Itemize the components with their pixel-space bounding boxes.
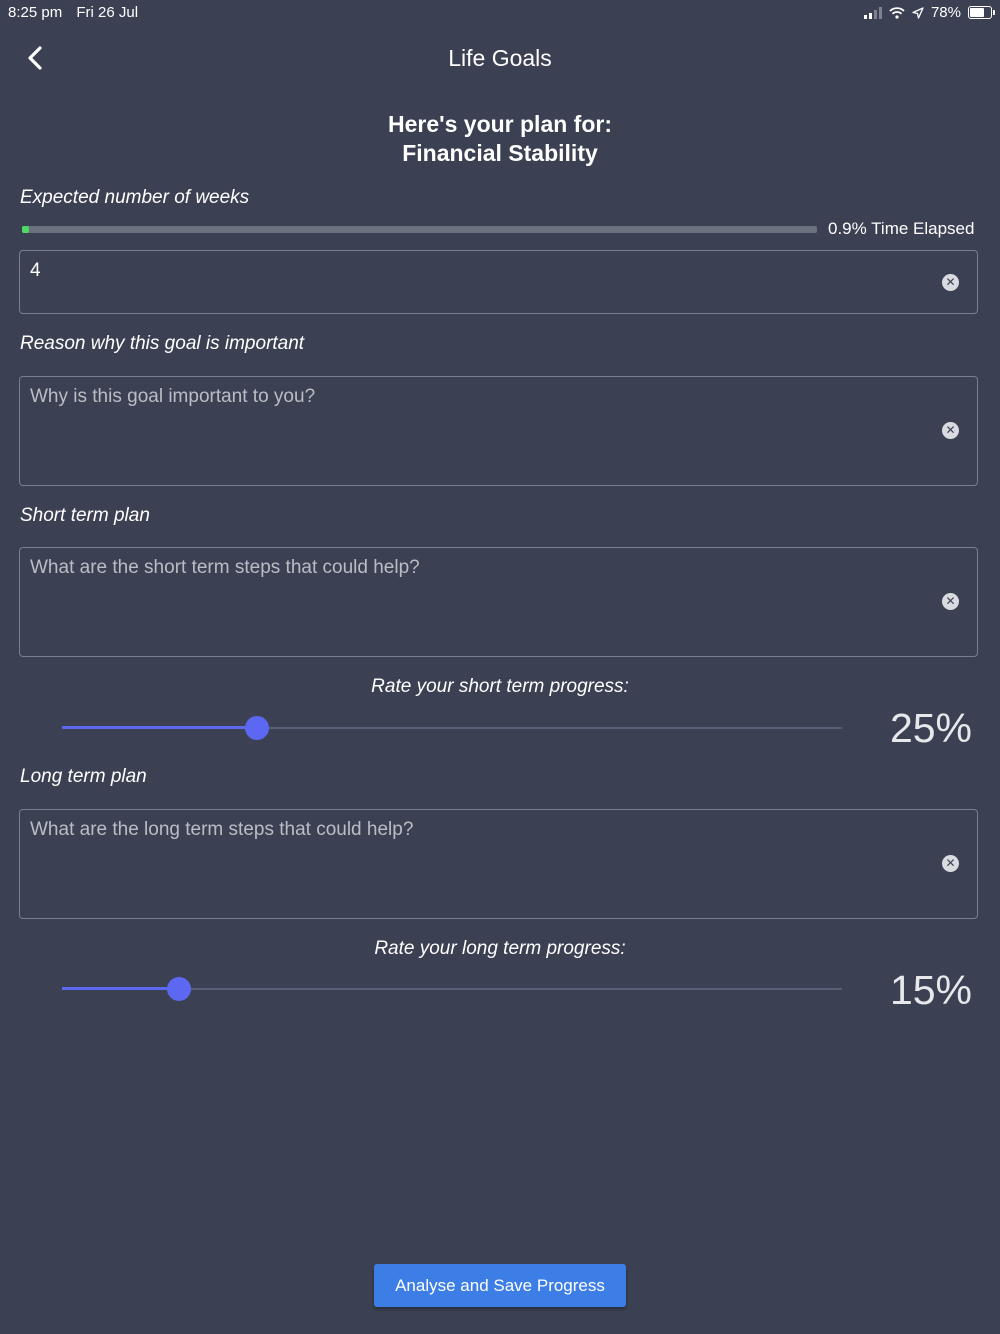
weeks-input[interactable]: 4 ✕: [19, 250, 978, 314]
analyse-save-button[interactable]: Analyse and Save Progress: [374, 1264, 626, 1307]
clear-icon[interactable]: ✕: [942, 855, 959, 872]
plan-header: Here's your plan for: Financial Stabilit…: [0, 110, 1000, 168]
reason-input[interactable]: Why is this goal important to you? ✕: [19, 376, 978, 486]
status-right: 78%: [863, 4, 995, 21]
slider-fill: [62, 726, 257, 729]
status-date: Fri 26 Jul: [76, 4, 139, 21]
clear-icon[interactable]: ✕: [942, 422, 959, 439]
nav-bar: Life Goals: [0, 36, 1000, 80]
short-term-rate-label: Rate your short term progress:: [371, 676, 629, 697]
long-term-label: Long term plan: [20, 766, 147, 787]
plan-goal-name: Financial Stability: [402, 140, 598, 166]
status-bar: 8:25 pm Fri 26 Jul 78%: [0, 0, 1000, 24]
short-term-input[interactable]: What are the short term steps that could…: [19, 547, 978, 657]
slider-thumb[interactable]: [167, 977, 191, 1001]
location-arrow-icon: [912, 6, 924, 19]
clear-icon[interactable]: ✕: [942, 593, 959, 610]
reason-placeholder: Why is this goal important to you?: [30, 386, 316, 407]
time-elapsed-fill: [22, 226, 30, 233]
status-time: 8:25 pm: [8, 4, 63, 21]
cellular-signal-icon: [863, 6, 882, 19]
short-term-placeholder: What are the short term steps that could…: [30, 557, 420, 578]
long-term-progress-slider[interactable]: [62, 974, 842, 1004]
weeks-input-value: 4: [30, 260, 41, 281]
time-elapsed-text: 0.9% Time Elapsed: [828, 219, 975, 238]
time-elapsed-bar: [22, 226, 817, 233]
page-title: Life Goals: [448, 45, 552, 71]
clear-icon[interactable]: ✕: [942, 274, 959, 291]
battery-percent: 78%: [930, 4, 961, 21]
slider-thumb[interactable]: [245, 716, 269, 740]
short-term-progress-slider[interactable]: [62, 713, 842, 743]
long-term-input[interactable]: What are the long term steps that could …: [19, 809, 978, 919]
short-term-percent: 25%: [889, 705, 972, 751]
slider-fill: [62, 987, 179, 990]
battery-icon: [968, 6, 995, 19]
long-term-placeholder: What are the long term steps that could …: [30, 819, 414, 840]
status-left: 8:25 pm Fri 26 Jul: [8, 4, 148, 21]
short-term-label: Short term plan: [20, 505, 150, 526]
long-term-rate-label: Rate your long term progress:: [374, 938, 626, 959]
wifi-icon: [889, 6, 905, 19]
reason-label: Reason why this goal is important: [20, 333, 305, 354]
plan-intro: Here's your plan for:: [387, 111, 612, 137]
weeks-label: Expected number of weeks: [20, 187, 250, 208]
long-term-percent: 15%: [889, 967, 972, 1013]
